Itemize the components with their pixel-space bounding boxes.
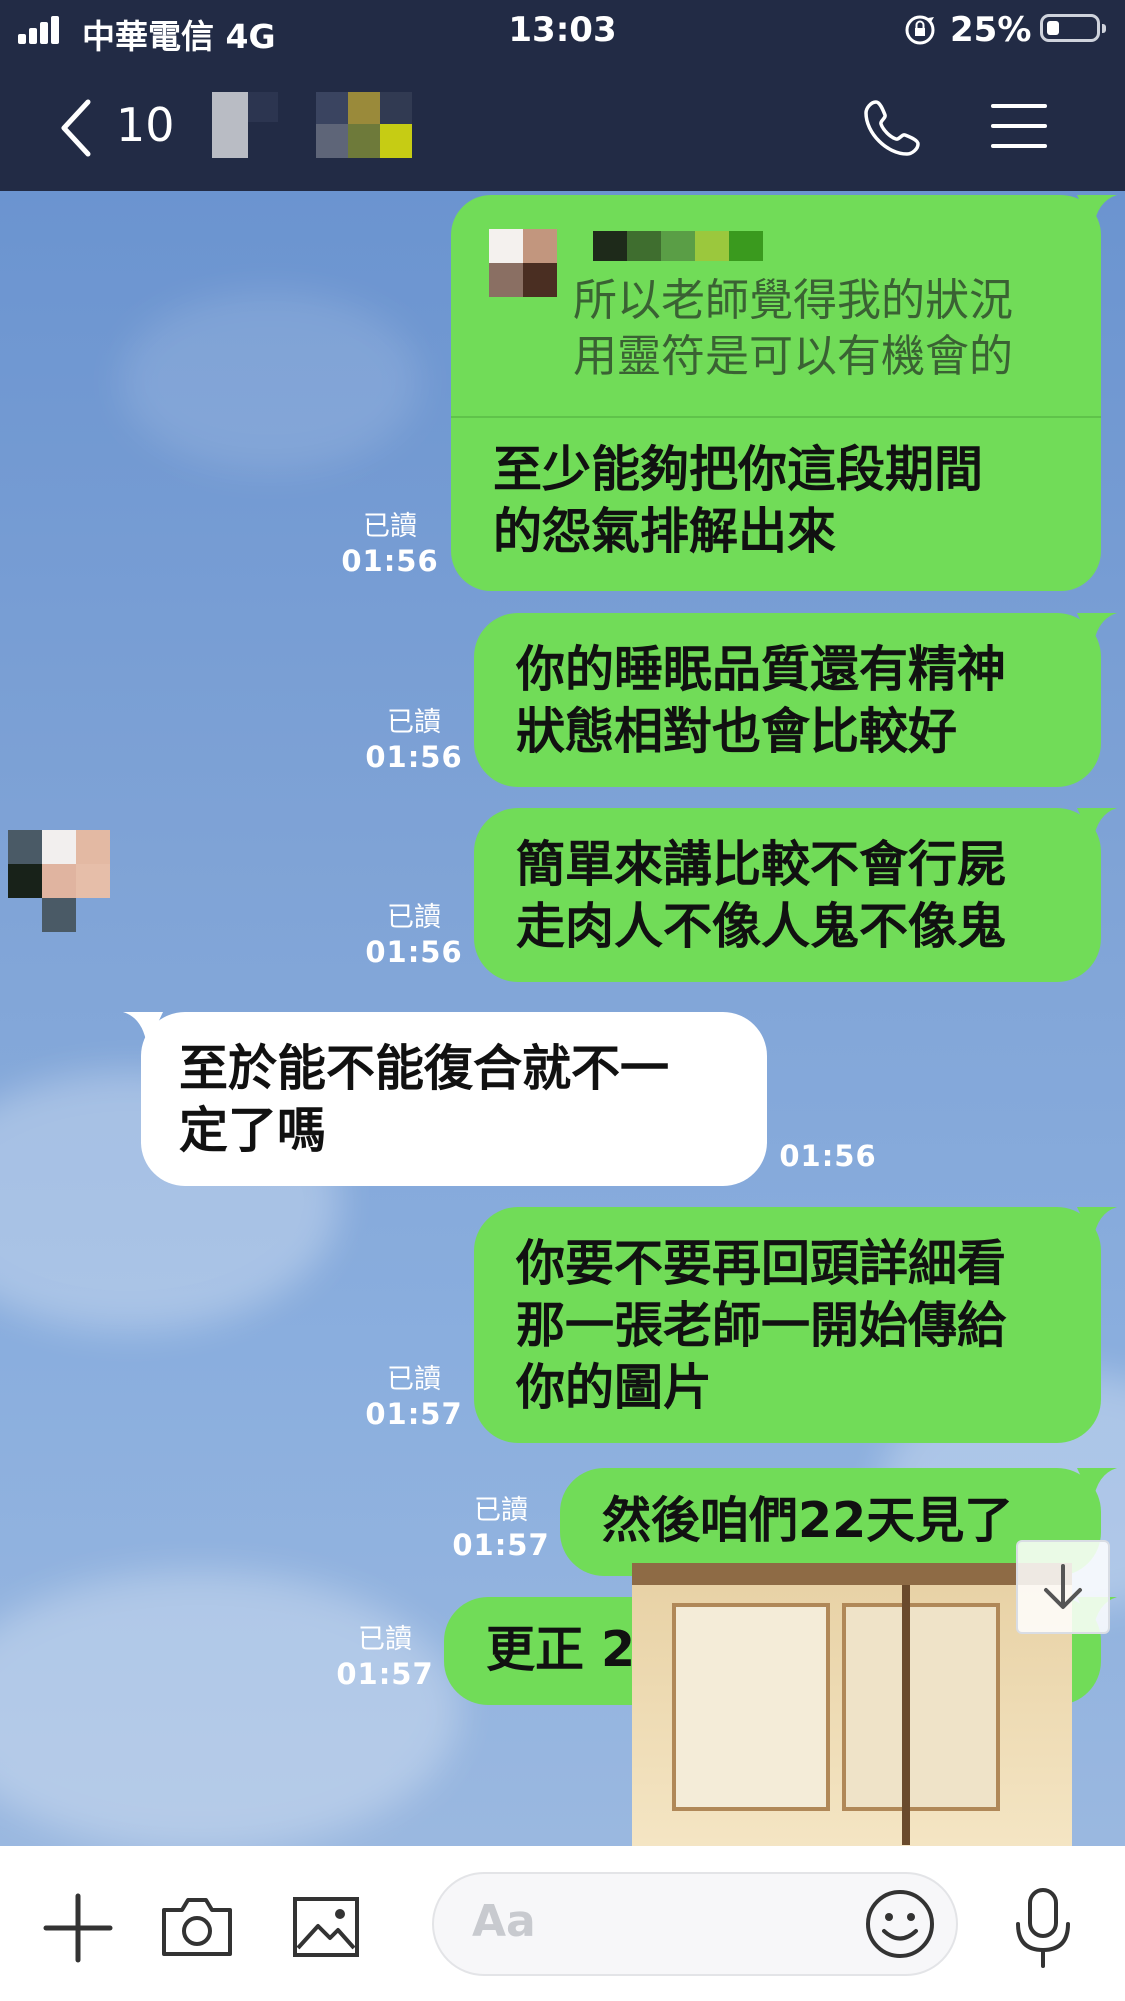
message-time: 01:57 xyxy=(336,1657,434,1691)
message-bubble[interactable]: 你要不要再回頭詳細看 那一張老師一開始傳給 你的圖片 xyxy=(474,1207,1117,1443)
emoji-icon[interactable] xyxy=(862,1886,938,1962)
read-receipt: 已讀 xyxy=(387,902,441,933)
message-meta: 已讀 01:57 xyxy=(451,1494,551,1562)
bubble-tail xyxy=(1077,1468,1117,1502)
read-receipt: 已讀 xyxy=(363,511,417,542)
message-bubble-reply[interactable]: 所以老師覺得我的狀況 用靈符是可以有機會的 至少能夠把你這段期間 的怨氣排解出來 xyxy=(451,195,1117,591)
bubble-tail xyxy=(1077,808,1117,842)
message-bubble[interactable]: 簡單來講比較不會行屍 走肉人不像人鬼不像鬼 xyxy=(474,808,1117,982)
input-bar: Aa xyxy=(0,1846,1125,2001)
message-text: 至於能不能復合就不一 定了嗎 xyxy=(179,1040,670,1159)
bubble-tail xyxy=(123,1012,163,1046)
read-receipt: 已讀 xyxy=(358,1624,412,1655)
message-meta: 已讀 01:57 xyxy=(335,1623,435,1691)
photo-message[interactable] xyxy=(632,1563,1072,1863)
back-chevron-icon xyxy=(61,99,91,157)
message-time: 01:57 xyxy=(452,1528,550,1562)
avatar[interactable] xyxy=(8,830,112,934)
scroll-to-bottom-button[interactable] xyxy=(1016,1540,1110,1634)
message-text: 簡單來講比較不會行屍 走肉人不像人鬼不像鬼 xyxy=(516,836,1007,955)
message-text: 你的睡眠品質還有精神 狀態相對也會比較好 xyxy=(516,641,1007,760)
reply-quote-text: 所以老師覺得我的狀況 用靈符是可以有機會的 xyxy=(573,275,1013,382)
reply-quote-block[interactable]: 所以老師覺得我的狀況 用靈符是可以有機會的 xyxy=(451,195,1101,418)
message-meta: 已讀 01:57 xyxy=(364,1363,464,1431)
plus-icon[interactable] xyxy=(42,1892,114,1964)
message-text: 至少能夠把你這段期間 的怨氣排解出來 xyxy=(493,441,984,560)
rotation-lock-icon xyxy=(905,15,935,45)
message-meta: 已讀 01:56 xyxy=(364,706,464,774)
read-receipt: 已讀 xyxy=(387,707,441,738)
read-receipt: 已讀 xyxy=(387,1364,441,1395)
message-time: 01:56 xyxy=(779,1139,877,1173)
back-button[interactable]: 10 xyxy=(58,92,188,164)
message-text: 你要不要再回頭詳細看 那一張老師一開始傳給 你的圖片 xyxy=(516,1235,1007,1416)
read-receipt: 已讀 xyxy=(474,1495,528,1526)
menu-icon[interactable] xyxy=(990,100,1048,152)
arrow-down-icon xyxy=(1044,1564,1082,1609)
message-time: 01:56 xyxy=(341,544,439,578)
message-time: 01:56 xyxy=(365,935,463,969)
top-bar: 中華電信 4G 13:03 25% 10 xyxy=(0,0,1125,191)
message-input-placeholder: Aa xyxy=(472,1896,536,1947)
microphone-icon[interactable] xyxy=(1012,1886,1074,1970)
bubble-tail xyxy=(1077,1207,1117,1241)
message-bubble-incoming[interactable]: 至於能不能復合就不一 定了嗎 xyxy=(123,1012,767,1186)
camera-icon[interactable] xyxy=(160,1894,234,1958)
reply-divider xyxy=(451,416,1101,418)
unread-count: 10 xyxy=(116,98,175,152)
message-meta: 已讀 01:56 xyxy=(340,510,440,578)
battery-percent: 25% xyxy=(950,10,1032,50)
message-input[interactable]: Aa xyxy=(432,1872,958,1976)
message-time: 01:56 xyxy=(365,740,463,774)
bubble-tail xyxy=(1077,613,1117,647)
message-meta: 01:56 xyxy=(778,1139,878,1173)
message-meta: 已讀 01:56 xyxy=(364,901,464,969)
chat-title-pixelated xyxy=(212,92,432,158)
phone-icon[interactable] xyxy=(862,96,926,160)
image-icon[interactable] xyxy=(292,1896,360,1958)
message-bubble[interactable]: 你的睡眠品質還有精神 狀態相對也會比較好 xyxy=(474,613,1117,787)
status-bar: 中華電信 4G 13:03 25% xyxy=(0,0,1125,58)
battery-icon xyxy=(1040,14,1106,42)
message-time: 01:57 xyxy=(365,1397,463,1431)
